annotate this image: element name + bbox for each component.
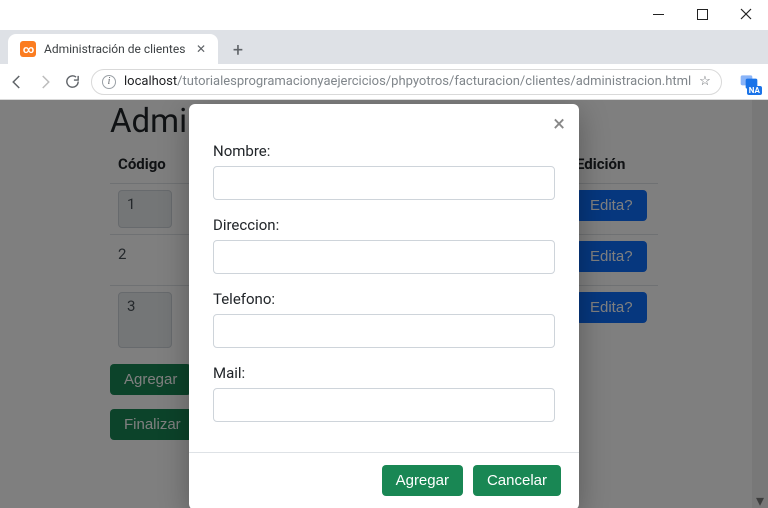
reload-button[interactable] (64, 72, 81, 92)
window-titlebar (0, 0, 768, 30)
input-direccion[interactable] (213, 240, 555, 274)
modal-close-button[interactable]: × (553, 114, 565, 136)
forward-button[interactable] (36, 72, 54, 92)
label-nombre: Nombre: (213, 142, 555, 160)
tab-active[interactable]: Administración de clientes ✕ (8, 34, 218, 64)
favicon-xampp-icon (20, 41, 36, 57)
label-mail: Mail: (213, 364, 555, 382)
window-maximize[interactable] (680, 0, 724, 28)
label-telefono: Telefono: (213, 290, 555, 308)
window-minimize[interactable] (636, 0, 680, 28)
bookmark-star-icon[interactable]: ☆ (699, 74, 711, 89)
new-tab-button[interactable]: + (224, 36, 252, 64)
input-telefono[interactable] (213, 314, 555, 348)
back-button[interactable] (8, 72, 26, 92)
site-info-icon[interactable]: i (102, 75, 116, 89)
modal-cancelar-button[interactable]: Cancelar (473, 465, 561, 496)
input-mail[interactable] (213, 388, 555, 422)
toolbar: i localhost/tutorialesprogramacionyaejer… (0, 64, 768, 100)
tab-strip: Administración de clientes ✕ + (0, 30, 768, 64)
modal-agregar-button[interactable]: Agregar (382, 465, 463, 496)
extension-translate-icon[interactable]: NA (738, 71, 760, 93)
modal-dialog: × Nombre: Direccion: Telefono: Mail: Agr… (189, 104, 579, 508)
window-close[interactable] (724, 0, 768, 28)
label-direccion: Direccion: (213, 216, 555, 234)
tab-close-icon[interactable]: ✕ (196, 42, 206, 56)
tab-title: Administración de clientes (44, 42, 185, 56)
input-nombre[interactable] (213, 166, 555, 200)
address-bar[interactable]: i localhost/tutorialesprogramacionyaejer… (91, 69, 722, 95)
url-text: localhost/tutorialesprogramacionyaejerci… (124, 74, 691, 89)
